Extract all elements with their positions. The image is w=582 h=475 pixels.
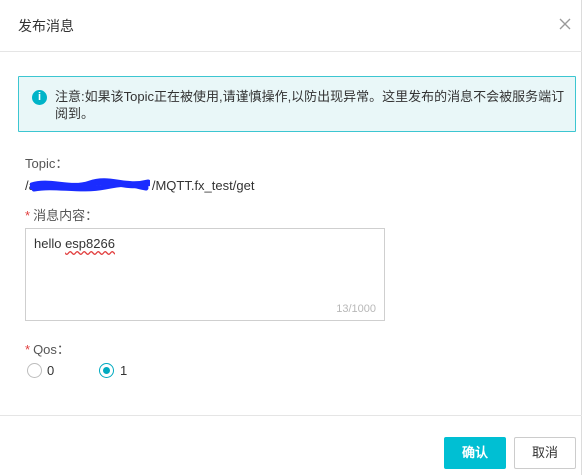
close-icon[interactable] [558,17,572,31]
topic-label: Topic： [25,156,69,171]
dialog-title: 发布消息 [18,18,74,34]
message-textarea[interactable]: hello esp8266 13/1000 [25,228,385,321]
qos-label: * Qos： [25,342,70,357]
message-label: * 消息内容： [25,208,99,223]
info-icon: i [32,90,47,105]
dialog-header: 发布消息 [0,0,582,52]
spellcheck-word: esp8266 [65,236,115,251]
publish-message-dialog: 发布消息 i 注意:如果该Topic正在被使用,请谨慎操作,以防出现异常。这里发… [0,0,582,475]
qos-radio-0-label: 0 [47,363,55,378]
notice-text: 注意:如果该Topic正在被使用,请谨慎操作,以防出现异常。这里发布的消息不会被… [55,89,565,121]
redaction-scribble [30,178,150,192]
required-asterisk: * [25,342,31,357]
required-asterisk: * [25,208,31,223]
topic-value-suffix: /MQTT.fx_test/get [151,178,255,193]
cancel-button[interactable]: 取消 [514,437,576,469]
char-counter: 13/1000 [336,303,376,315]
message-text: hello esp8266 [34,236,115,251]
qos-radio-0[interactable] [27,363,42,378]
dialog-footer: 确认 取消 [0,415,582,475]
qos-radio-1[interactable] [99,363,114,378]
qos-radio-1-label: 1 [120,363,128,378]
notice-banner: i 注意:如果该Topic正在被使用,请谨慎操作,以防出现异常。这里发布的消息不… [18,76,576,132]
confirm-button[interactable]: 确认 [444,437,506,469]
